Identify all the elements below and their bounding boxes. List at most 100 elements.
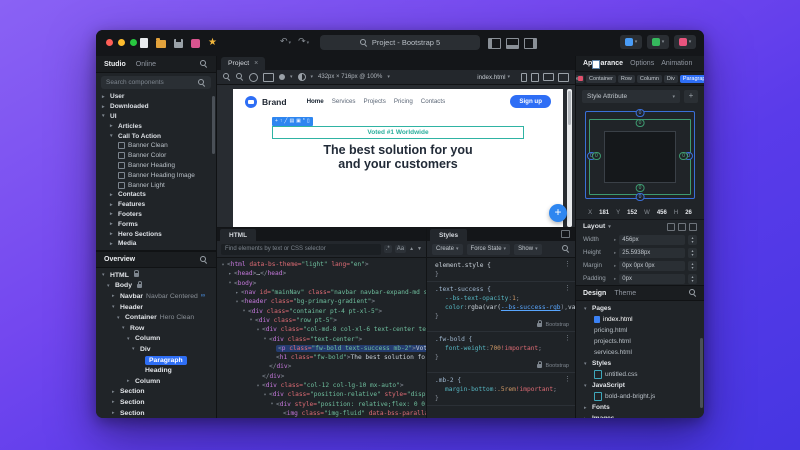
zoom-out-icon[interactable]: [236, 73, 244, 81]
code-line[interactable]: ▸<nav id="mainNav" class="navbar navbar-…: [217, 288, 426, 297]
padding-value[interactable]: 0: [679, 152, 688, 160]
rule-menu-icon[interactable]: ⋮: [564, 334, 571, 342]
design-file-projects-html[interactable]: projects.html: [576, 336, 704, 347]
close-button[interactable]: [106, 39, 113, 46]
padding-value[interactable]: 0: [636, 184, 645, 192]
layout-option-icon[interactable]: [689, 223, 697, 231]
save-icon[interactable]: [174, 39, 183, 48]
box-model-diagram[interactable]: 00000000: [576, 107, 704, 207]
redo-icon[interactable]: ▾: [298, 36, 309, 47]
margin-value[interactable]: 0: [636, 109, 645, 117]
find-prev-icon[interactable]: ▲: [409, 246, 414, 252]
tab-animation[interactable]: Animation: [661, 60, 692, 67]
preview-page[interactable]: Brand HomeServicesProjectsPricingContact…: [233, 89, 563, 227]
css-rule[interactable]: ⋮.fw-bold {font-weight: 700 !important;}…: [427, 332, 575, 373]
layout-option-icon[interactable]: [667, 223, 675, 231]
regex-toggle-button[interactable]: .*: [384, 245, 392, 253]
brand-logo-icon[interactable]: [245, 96, 257, 108]
project-tab[interactable]: Project ×: [221, 57, 265, 70]
settings-icon[interactable]: *: [303, 119, 305, 124]
window-title-search[interactable]: Project - Bootstrap 5: [320, 35, 480, 50]
phone-icon[interactable]: [521, 73, 527, 82]
overview-node-column[interactable]: ▾Column: [96, 334, 216, 345]
breadcrumb-row[interactable]: Row: [618, 75, 635, 83]
nav-link-home[interactable]: Home: [307, 98, 324, 105]
selected-element-outline[interactable]: Voted #1 Worldwide: [272, 126, 524, 139]
stepper[interactable]: ▴▾: [688, 248, 697, 258]
nav-link-projects[interactable]: Projects: [364, 98, 386, 105]
tablet-icon[interactable]: [531, 73, 539, 82]
library-item-banner-color[interactable]: Banner Color: [96, 151, 216, 161]
tab-online[interactable]: Online: [136, 61, 156, 68]
tab-design[interactable]: Design: [583, 290, 606, 297]
theme-icon[interactable]: [298, 73, 306, 81]
padding-input[interactable]: 0px: [619, 274, 685, 284]
search-icon[interactable]: [200, 256, 208, 264]
design-section-images[interactable]: ▸Images: [576, 413, 704, 418]
brand-name[interactable]: Brand: [262, 97, 287, 107]
overview-node-section[interactable]: ▸Section: [96, 408, 216, 418]
toggle-bottom-panel-icon[interactable]: [506, 38, 519, 49]
up-icon[interactable]: ↑: [280, 119, 283, 124]
delete-icon[interactable]: ▯: [307, 119, 310, 124]
overview-node-column[interactable]: ▸Column: [96, 376, 216, 387]
toggle-right-panel-icon[interactable]: [524, 38, 537, 49]
code-line[interactable]: <p class="fw-bold text-success mb-2">Vot…: [217, 344, 426, 353]
open-folder-icon[interactable]: [156, 40, 166, 48]
add-attribute-button[interactable]: +: [684, 90, 698, 103]
nav-link-pricing[interactable]: Pricing: [394, 98, 413, 105]
search-icon[interactable]: [689, 289, 697, 297]
breadcrumb-container[interactable]: Container: [586, 75, 616, 83]
code-line[interactable]: </div>: [217, 362, 426, 371]
design-section-pages[interactable]: ▾Pages: [576, 303, 704, 314]
overview-node-navbar[interactable]: ▸NavbarNavbar Centered∞: [96, 291, 216, 302]
breadcrumb-div[interactable]: Div: [664, 75, 678, 83]
hero-heading[interactable]: The best solution for you and your custo…: [323, 143, 472, 171]
code-line[interactable]: ▸<head>…</head>: [217, 269, 426, 278]
overview-node-section[interactable]: ▸Section: [96, 387, 216, 398]
library-item-footers[interactable]: ▸Footers: [96, 210, 216, 220]
library-item-downloaded[interactable]: ▸Downloaded: [96, 102, 216, 112]
layout-option-icon[interactable]: [678, 223, 686, 231]
page-select-dropdown[interactable]: index.html▾: [477, 74, 510, 81]
rule-menu-icon[interactable]: ⋮: [564, 284, 571, 292]
code-line[interactable]: ▾<html data-bs-theme="light" lang="en">: [217, 260, 426, 269]
code-line[interactable]: <h1 class="fw-bold">The best solution fo…: [217, 353, 426, 362]
history-icon[interactable]: [249, 73, 258, 82]
padding-value[interactable]: 0: [592, 152, 601, 160]
add-component-button[interactable]: +: [549, 204, 567, 222]
code-line[interactable]: ▾<div class="col-12 col-lg-10 mx-auto">: [217, 381, 426, 390]
copy-icon[interactable]: ▣: [296, 119, 301, 124]
breadcrumb-column[interactable]: Column: [637, 75, 662, 83]
overview-node-section[interactable]: ▸Section: [96, 397, 216, 408]
tab-appearance[interactable]: Appearance: [583, 60, 623, 67]
stepper[interactable]: ▴▾: [688, 274, 697, 284]
design-file-bold-and-bright-js[interactable]: bold-and-bright.js: [576, 391, 704, 402]
component-search-input[interactable]: Search components: [101, 76, 211, 89]
library-item-articles[interactable]: ▸Articles: [96, 121, 216, 131]
code-line[interactable]: ▾<header class="bg-primary-gradient">: [217, 297, 426, 306]
undo-icon[interactable]: ▾: [280, 36, 291, 47]
desktop-icon[interactable]: [558, 73, 569, 82]
dock-panel-icon[interactable]: [561, 230, 570, 238]
styles-tab[interactable]: Styles: [430, 229, 467, 241]
overview-node-header[interactable]: ▾Header: [96, 302, 216, 313]
favorites-star-icon[interactable]: [208, 38, 217, 48]
design-section-styles[interactable]: ▾Styles: [576, 358, 704, 369]
code-line[interactable]: ▾<div class="col-md-8 col-xl-6 text-cent…: [217, 325, 426, 334]
show-button[interactable]: Show▾: [514, 244, 542, 255]
scrollbar[interactable]: [212, 96, 215, 154]
create-button[interactable]: Create▾: [432, 244, 463, 255]
search-icon[interactable]: [200, 60, 208, 68]
library-item-banner-heading-image[interactable]: Banner Heading Image: [96, 170, 216, 180]
new-file-icon[interactable]: [140, 38, 148, 48]
library-item-call-to-action[interactable]: ▾Call To Action: [96, 131, 216, 141]
hero-badge-text[interactable]: Voted #1 Worldwide: [367, 129, 428, 136]
code-line[interactable]: <img class="img-fluid" data-bss-parallax…: [217, 409, 426, 418]
library-item-features[interactable]: ▸Features: [96, 200, 216, 210]
browser-preview-button[interactable]: ▾: [647, 35, 669, 49]
rule-menu-icon[interactable]: ⋮: [564, 375, 571, 383]
minimize-button[interactable]: [118, 39, 125, 46]
tab-options[interactable]: Options: [630, 60, 654, 67]
toggle-left-panel-icon[interactable]: [488, 38, 501, 49]
